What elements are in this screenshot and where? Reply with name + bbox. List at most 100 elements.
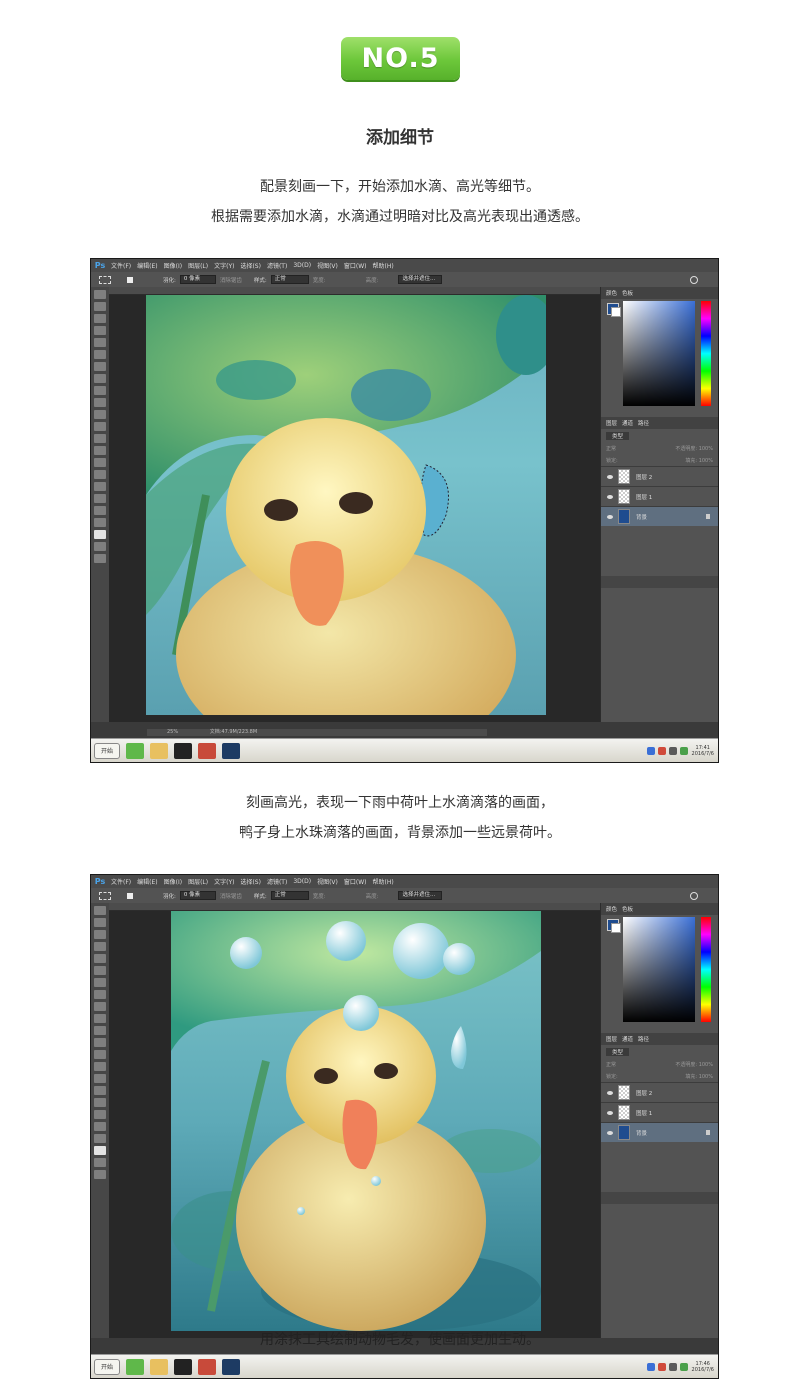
tray-icon[interactable]	[668, 1362, 677, 1371]
qq-icon[interactable]	[174, 742, 192, 759]
magic-wand-icon[interactable]	[94, 326, 106, 335]
search-icon[interactable]	[690, 275, 698, 284]
menu-filter[interactable]: 滤镜(T)	[267, 261, 287, 270]
zoom-level[interactable]: 25%	[167, 729, 178, 735]
opacity-field[interactable]: 不透明度: 100%	[675, 1061, 713, 1068]
tray-icon[interactable]	[646, 1362, 655, 1371]
menu-help[interactable]: 帮助(H)	[373, 877, 394, 886]
layer-row[interactable]: 图层 1	[601, 1102, 718, 1122]
tab-layers[interactable]: 图层	[606, 419, 617, 427]
tab-color[interactable]: 颜色	[606, 905, 617, 913]
crop-tool-icon[interactable]	[94, 338, 106, 347]
search-icon[interactable]	[690, 891, 698, 900]
menu-file[interactable]: 文件(F)	[111, 877, 131, 886]
eye-icon[interactable]	[607, 1130, 613, 1135]
marquee-tool-icon[interactable]	[94, 918, 106, 927]
move-tool-icon[interactable]	[94, 290, 106, 299]
shape-tool-icon[interactable]	[94, 1110, 106, 1119]
path-select-icon[interactable]	[94, 482, 106, 491]
pen-tool-icon[interactable]	[94, 458, 106, 467]
pen-tool-icon[interactable]	[94, 1074, 106, 1083]
type-tool-icon[interactable]	[94, 470, 106, 479]
layer-kind-select[interactable]: 类型	[606, 431, 630, 440]
color-swatch-icon[interactable]	[94, 530, 106, 539]
clone-stamp-icon[interactable]	[94, 1002, 106, 1011]
menu-edit[interactable]: 编辑(E)	[137, 877, 157, 886]
menu-image[interactable]: 图像(I)	[164, 877, 182, 886]
quick-mask-icon[interactable]	[94, 542, 106, 551]
blur-tool-icon[interactable]	[94, 434, 106, 443]
qq-icon[interactable]	[174, 1358, 192, 1375]
antialias-label[interactable]: 消除锯齿	[220, 892, 242, 900]
menu-window[interactable]: 窗口(W)	[344, 261, 367, 270]
screen-mode-icon[interactable]	[94, 554, 106, 563]
menu-select[interactable]: 选择(S)	[240, 877, 261, 886]
lasso-tool-icon[interactable]	[94, 314, 106, 323]
zoom-tool-icon[interactable]	[94, 518, 106, 527]
menu-file[interactable]: 文件(F)	[111, 261, 131, 270]
start-button[interactable]: 开始	[94, 1358, 120, 1375]
type-tool-icon[interactable]	[94, 1086, 106, 1095]
healing-brush-icon[interactable]	[94, 978, 106, 987]
dodge-tool-icon[interactable]	[94, 1062, 106, 1071]
photoshop-taskbar-icon[interactable]	[222, 1358, 240, 1375]
menu-help[interactable]: 帮助(H)	[373, 261, 394, 270]
gradient-tool-icon[interactable]	[94, 422, 106, 431]
background-color-swatch[interactable]	[611, 923, 621, 933]
hand-tool-icon[interactable]	[94, 506, 106, 515]
folder-icon[interactable]	[150, 742, 168, 759]
quick-mask-icon[interactable]	[94, 1158, 106, 1167]
menu-3d[interactable]: 3D(D)	[293, 878, 311, 885]
feather-input[interactable]: 0 像素	[179, 275, 216, 284]
clock[interactable]: 17:41 2016/7/6	[692, 745, 714, 757]
tab-paths[interactable]: 路径	[638, 419, 649, 427]
layer-row[interactable]: 背景	[601, 1122, 718, 1142]
eraser-tool-icon[interactable]	[94, 410, 106, 419]
tab-paths[interactable]: 路径	[638, 1035, 649, 1043]
healing-brush-icon[interactable]	[94, 362, 106, 371]
tray-icon[interactable]	[679, 746, 688, 755]
tab-layers[interactable]: 图层	[606, 1035, 617, 1043]
shape-tool-icon[interactable]	[94, 494, 106, 503]
tab-swatches[interactable]: 色板	[622, 289, 633, 297]
start-button[interactable]: 开始	[94, 742, 120, 759]
menu-3d[interactable]: 3D(D)	[293, 262, 311, 269]
zoom-tool-icon[interactable]	[94, 1134, 106, 1143]
selection-mode-icon[interactable]	[127, 892, 133, 899]
color-field[interactable]	[623, 301, 695, 406]
menu-layer[interactable]: 图层(L)	[188, 877, 208, 886]
tray-icon[interactable]	[646, 746, 655, 755]
color-swatch-icon[interactable]	[94, 1146, 106, 1155]
hue-slider[interactable]	[701, 917, 711, 1022]
marquee-tool-icon[interactable]	[94, 302, 106, 311]
eye-icon[interactable]	[607, 1090, 613, 1095]
menu-view[interactable]: 视图(V)	[317, 261, 338, 270]
tab-channels[interactable]: 通道	[622, 419, 633, 427]
eraser-tool-icon[interactable]	[94, 1026, 106, 1035]
feather-input[interactable]: 0 像素	[179, 891, 216, 900]
selection-mode-icon[interactable]	[127, 276, 133, 283]
blend-mode-select[interactable]: 正常	[606, 445, 616, 452]
brush-tool-icon[interactable]	[94, 990, 106, 999]
eyedropper-icon[interactable]	[94, 966, 106, 975]
menu-image[interactable]: 图像(I)	[164, 261, 182, 270]
layer-row[interactable]: 图层 1	[601, 486, 718, 506]
history-brush-icon[interactable]	[94, 398, 106, 407]
eye-icon[interactable]	[607, 514, 613, 519]
menu-select[interactable]: 选择(S)	[240, 261, 261, 270]
user-icon[interactable]	[198, 742, 216, 759]
color-field[interactable]	[623, 917, 695, 1022]
menu-type[interactable]: 文字(Y)	[214, 261, 234, 270]
blend-mode-select[interactable]: 正常	[606, 1061, 616, 1068]
opacity-field[interactable]: 不透明度: 100%	[675, 445, 713, 452]
gradient-tool-icon[interactable]	[94, 1038, 106, 1047]
hue-slider[interactable]	[701, 301, 711, 406]
style-select[interactable]: 正常	[270, 891, 309, 900]
tab-swatches[interactable]: 色板	[622, 905, 633, 913]
tray-icon[interactable]	[657, 1362, 666, 1371]
tab-channels[interactable]: 通道	[622, 1035, 633, 1043]
menu-view[interactable]: 视图(V)	[317, 877, 338, 886]
tab-color[interactable]: 颜色	[606, 289, 617, 297]
select-mask-button[interactable]: 选择并遮住...	[398, 891, 443, 900]
folder-icon[interactable]	[150, 1358, 168, 1375]
